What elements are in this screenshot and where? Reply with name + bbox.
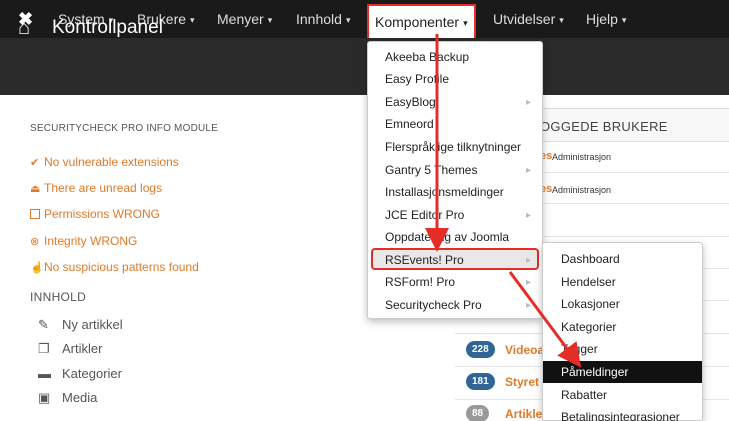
- content-item-label: Artikler: [62, 341, 103, 356]
- chevron-down-icon: ▾: [345, 15, 351, 26]
- status-label: No vulnerable extensions: [44, 155, 179, 169]
- chevron-right-icon: ▸: [526, 277, 532, 288]
- securitycheck-module-title: SECURITYCHECK PRO INFO MODULE: [30, 123, 219, 134]
- chevron-down-icon: ▾: [190, 15, 195, 26]
- chevron-down-icon: ▾: [267, 15, 273, 26]
- copy-icon: ❐: [38, 341, 50, 356]
- popular-article-link[interactable]: Videoa: [505, 343, 544, 357]
- nav-utvidelser-label: Utvidelser: [493, 11, 556, 27]
- submenu-item-lokasjoner[interactable]: Lokasjoner: [561, 297, 620, 311]
- warning-icon: ⏏: [30, 183, 41, 195]
- chevron-down-icon: ▾: [559, 15, 564, 26]
- menu-item-jce-editor[interactable]: JCE Editor Pro: [385, 208, 464, 222]
- hits-badge: 88: [466, 405, 490, 421]
- hits-badge: 181: [466, 373, 495, 390]
- submenu-item-hendelser[interactable]: Hendelser: [561, 275, 616, 289]
- checkbox-icon: [30, 209, 40, 219]
- page-header: [0, 38, 729, 95]
- status-permissions[interactable]: Permissions WRONG: [30, 206, 160, 222]
- chevron-right-icon: ▸: [526, 300, 532, 311]
- menu-item-akeeba-backup[interactable]: Akeeba Backup: [385, 50, 469, 64]
- nav-komponenter-label: Komponenter: [375, 14, 460, 30]
- nav-innhold[interactable]: Innhold ▾: [296, 0, 350, 38]
- page-title: Kontrollpanel: [52, 17, 163, 38]
- nav-innhold-label: Innhold: [296, 11, 342, 27]
- articles-link[interactable]: ❐ Artikler: [38, 341, 102, 357]
- status-label: There are unread logs: [44, 181, 163, 195]
- home-icon: ⌂: [18, 17, 31, 39]
- status-patterns[interactable]: ☝No suspicious patterns found: [30, 259, 199, 276]
- categories-link[interactable]: ▬ Kategorier: [38, 366, 122, 382]
- image-icon: ▣: [38, 390, 51, 405]
- nav-komponenter[interactable]: Komponenter ▾: [367, 4, 476, 38]
- submenu-item-kategorier[interactable]: Kategorier: [561, 320, 616, 334]
- chevron-right-icon: ▸: [526, 255, 532, 266]
- nav-hjelp[interactable]: Hjelp ▾: [586, 0, 626, 38]
- popular-article-link[interactable]: Styret: [505, 375, 539, 389]
- check-icon: ✔: [30, 157, 40, 169]
- status-logs[interactable]: ⏏ There are unread logs: [30, 180, 162, 197]
- menu-item-easy-profile[interactable]: Easy Profile: [385, 72, 449, 86]
- status-vulnerable[interactable]: ✔ No vulnerable extensions: [30, 154, 179, 171]
- menu-item-oppdatering[interactable]: Oppdatering av Joomla: [385, 230, 509, 244]
- menu-item-securitycheck[interactable]: Securitycheck Pro: [385, 298, 482, 312]
- media-link[interactable]: ▣ Media: [38, 390, 97, 406]
- menu-item-flersprakelige[interactable]: Flerspråklige tilknytninger: [385, 140, 521, 154]
- content-item-label: Media: [62, 390, 98, 405]
- status-label: No suspicious patterns found: [44, 260, 199, 274]
- folder-icon: ▬: [38, 366, 51, 381]
- menu-item-rsform[interactable]: RSForm! Pro: [385, 275, 455, 289]
- popular-article-link[interactable]: Artikler: [505, 407, 547, 421]
- status-label: Integrity WRONG: [44, 234, 138, 248]
- nav-utvidelser[interactable]: Utvidelser ▾: [493, 0, 564, 38]
- logged-users-title: OGGEDE BRUKERE: [540, 119, 668, 134]
- thumb-icon: ☝: [30, 262, 44, 274]
- submenu-item-pameldinger[interactable]: Påmeldinger: [561, 365, 628, 379]
- content-item-label: Ny artikkel: [62, 317, 123, 332]
- menu-item-gantry[interactable]: Gantry 5 Themes: [385, 163, 477, 177]
- menu-item-easyblog[interactable]: EasyBlog: [385, 95, 436, 109]
- logged-user-role: Administrasjon: [552, 185, 612, 195]
- pencil-icon: ✎: [38, 317, 49, 332]
- hits-badge: 228: [466, 341, 495, 358]
- new-article-link[interactable]: ✎ Ny artikkel: [38, 317, 123, 333]
- chevron-down-icon: ▾: [621, 15, 627, 26]
- submenu-item-betalingsintegrasjoner[interactable]: Betalingsintegrasjoner: [561, 410, 680, 421]
- content-item-label: Kategorier: [62, 366, 122, 381]
- chevron-down-icon: ▾: [463, 18, 468, 29]
- menu-item-emneord[interactable]: Emneord: [385, 117, 434, 131]
- nav-menyer[interactable]: Menyer ▾: [217, 0, 272, 38]
- submenu-item-tagger[interactable]: Tagger: [561, 342, 598, 356]
- menu-item-installasjonsmeldinger[interactable]: Installasjonsmeldinger: [385, 185, 504, 199]
- chevron-right-icon: ▸: [526, 97, 532, 108]
- logged-user-role: Administrasjon: [552, 152, 612, 162]
- submenu-item-dashboard[interactable]: Dashboard: [561, 252, 620, 266]
- error-icon: ⊗: [30, 236, 40, 248]
- nav-menyer-label: Menyer: [217, 11, 264, 27]
- chevron-right-icon: ▸: [526, 210, 532, 221]
- content-section-title: INNHOLD: [30, 290, 87, 304]
- submenu-item-rabatter[interactable]: Rabatter: [561, 388, 607, 402]
- status-label: Permissions WRONG: [44, 207, 161, 221]
- nav-hjelp-label: Hjelp: [586, 11, 618, 27]
- chevron-right-icon: ▸: [526, 165, 532, 176]
- status-integrity[interactable]: ⊗ Integrity WRONG: [30, 233, 137, 250]
- menu-item-rsevents[interactable]: RSEvents! Pro: [385, 253, 464, 267]
